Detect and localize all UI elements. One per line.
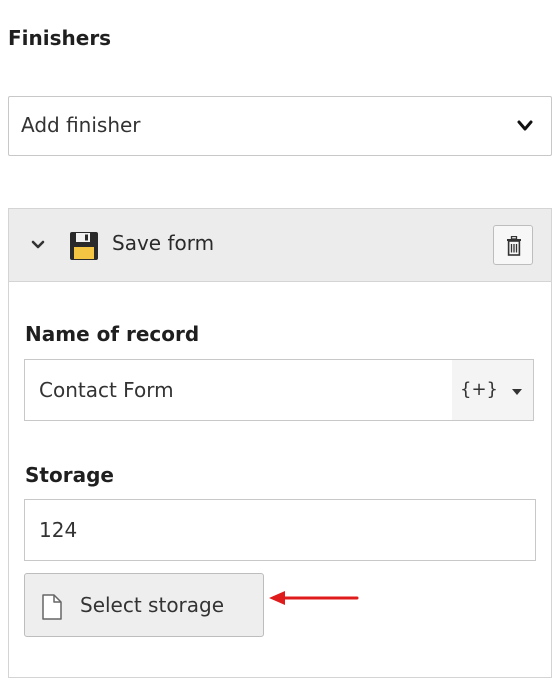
insert-placeholder-button[interactable]: {+} bbox=[452, 359, 534, 421]
collapse-chevron-icon[interactable] bbox=[31, 239, 45, 251]
select-storage-button[interactable]: Select storage bbox=[24, 573, 264, 637]
name-of-record-label: Name of record bbox=[25, 322, 200, 346]
add-finisher-select[interactable]: Add finisher bbox=[8, 96, 552, 156]
name-of-record-value: Contact Form bbox=[39, 378, 174, 402]
storage-input[interactable]: 124 bbox=[24, 499, 536, 561]
finisher-panel-title: Save form bbox=[112, 231, 215, 255]
floppy-disk-icon bbox=[70, 232, 98, 260]
caret-down-icon bbox=[512, 389, 522, 395]
storage-value: 124 bbox=[39, 518, 78, 542]
insert-placeholder-label: {+} bbox=[460, 379, 498, 400]
select-storage-label: Select storage bbox=[80, 593, 225, 617]
delete-finisher-button[interactable] bbox=[493, 225, 533, 265]
chevron-down-icon bbox=[517, 120, 533, 131]
finishers-title: Finishers bbox=[8, 26, 112, 50]
document-icon bbox=[42, 594, 62, 620]
name-of-record-input[interactable]: Contact Form bbox=[24, 359, 453, 421]
trash-icon bbox=[507, 236, 521, 256]
storage-label: Storage bbox=[25, 463, 114, 487]
annotation-arrow-icon bbox=[269, 591, 359, 605]
finisher-panel-header[interactable]: Save form bbox=[9, 209, 551, 282]
add-finisher-select-value: Add finisher bbox=[21, 113, 141, 137]
